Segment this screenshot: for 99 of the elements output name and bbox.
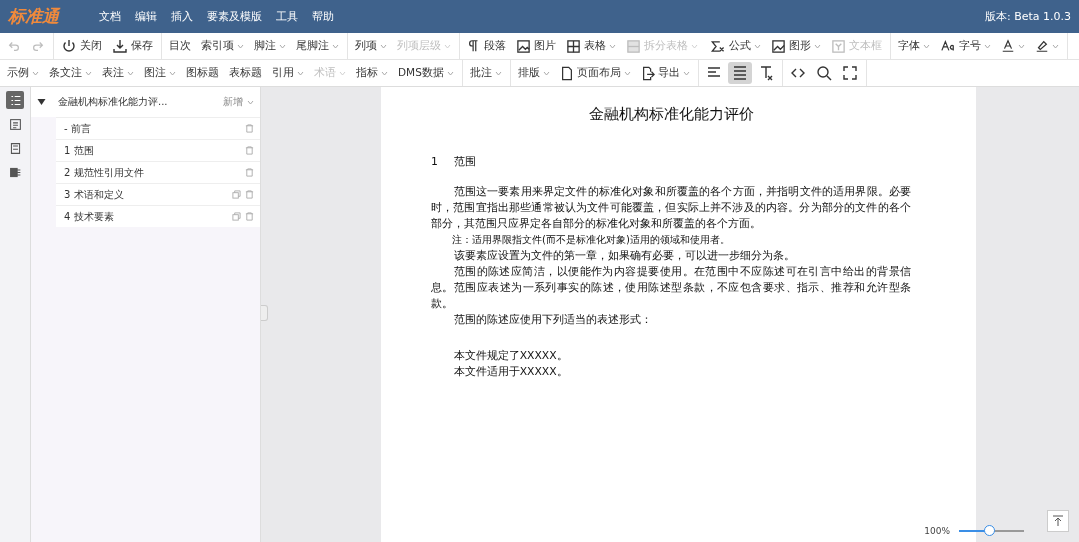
toolbar-button[interactable]: 图注 (140, 63, 180, 83)
caret-icon (279, 43, 286, 49)
toolbar-button[interactable]: 导出 (636, 62, 694, 84)
add-dropdown[interactable]: 新增 (223, 95, 254, 109)
heading-text: 范围 (453, 154, 476, 170)
toolbar-button[interactable]: 条文注 (45, 63, 96, 83)
caret-icon (923, 43, 930, 49)
undo-icon (7, 39, 21, 53)
menu-item[interactable]: 帮助 (312, 9, 334, 24)
toolbar-button[interactable]: 图形 (767, 35, 825, 57)
caret-icon (339, 70, 346, 76)
toolbar-button[interactable]: 示例 (3, 63, 43, 83)
caret-icon (609, 43, 616, 49)
toolbar-button[interactable]: DMS数据 (394, 63, 458, 83)
fullscreen-icon (841, 65, 858, 81)
sigma-icon (708, 38, 726, 54)
toolbar-button[interactable]: 表注 (98, 63, 138, 83)
caret-icon (682, 70, 690, 76)
caret-icon (623, 70, 631, 76)
toolbar-button[interactable]: 列项 (351, 36, 391, 56)
heading-number: 1 (431, 154, 438, 170)
caret-icon (494, 70, 502, 76)
caret-icon (247, 99, 254, 105)
toolbar-button[interactable]: 关闭 (57, 35, 106, 57)
note-paragraph: 注：适用界限指文件(而不是标准化对象)适用的领域和使用者。 (451, 233, 731, 247)
toolbar-button[interactable]: 尾脚注 (292, 36, 343, 56)
body-paragraph: 本文件规定了XXXXX。 (452, 348, 569, 364)
toolbar-button[interactable]: 引用 (268, 63, 308, 83)
toolbar-button[interactable]: 公式 (704, 35, 765, 57)
menu-item[interactable]: 工具 (276, 9, 298, 24)
highlighter-icon (1035, 39, 1049, 53)
body-paragraph: 范围的陈述应简洁，以便能作为内容提要使用。在范围中不应陈述可在引言中给出的背景信息。范围应表述为一系列事实的陈述，使用陈述型条款，不应包含要求、指示、推荐和允许型条款。 (431, 264, 911, 312)
caret-icon (984, 43, 991, 49)
toolbar-button[interactable]: 排版 (513, 63, 554, 83)
pilcrow-icon (467, 39, 481, 53)
collapse-handle[interactable] (261, 305, 268, 321)
shape-icon (771, 38, 786, 54)
export-icon (640, 65, 655, 81)
caret-icon (691, 43, 698, 49)
caret-icon (1018, 43, 1025, 49)
textbox-icon (831, 38, 846, 54)
toolbar-button[interactable]: 表标题 (225, 63, 266, 83)
outline-title[interactable]: 金融机构标准化能力评... (58, 95, 223, 109)
collapse-triangle-icon[interactable] (37, 99, 46, 105)
logo: 标准通 (8, 5, 59, 28)
document-title: 金融机构标准化能力评价 (587, 106, 755, 122)
caret-icon (446, 70, 454, 76)
outline-icon[interactable] (6, 91, 24, 109)
toolbar-button[interactable]: 字号 (936, 36, 995, 56)
toolbar-button[interactable]: 批注 (465, 63, 506, 83)
caret-icon (381, 70, 388, 76)
download-icon (112, 38, 128, 54)
caret-icon (85, 70, 92, 76)
toolbar-button[interactable]: 图片 (512, 35, 560, 57)
toolbar-button[interactable]: 段落 (463, 36, 510, 56)
toolbar-button[interactable]: 保存 (108, 35, 157, 57)
toolbar-button[interactable]: 索引项 (197, 36, 248, 56)
toolbar-button[interactable]: 页面布局 (555, 62, 635, 84)
menu-item[interactable]: 编辑 (135, 9, 157, 24)
font-color-icon (1001, 39, 1015, 53)
caret-icon (814, 43, 821, 49)
menu-item[interactable]: 文档 (99, 9, 121, 24)
zoom-thumb[interactable] (984, 525, 995, 536)
version-label: 版本: Beta 1.0.3 (984, 9, 1071, 24)
body-paragraph: 本文件适用于XXXXX。 (452, 364, 569, 380)
caret-icon (32, 70, 39, 76)
toolbar-button[interactable]: 指标 (352, 63, 392, 83)
page-icon (559, 65, 574, 81)
caret-icon (380, 43, 387, 49)
caret-icon (332, 43, 339, 49)
caret-icon (127, 70, 134, 76)
body-paragraph: 范围这一要素用来界定文件的标准化对象和所覆盖的各个方面，并指明文件的适用界限。必要时，范围宜指出那些通常被认为文件可能覆盖，但实际上并不涉及的内容。分为部分的文件的各个部分，其范围只应界定各自部分的标准化对象和所覆盖的各个方面。 (431, 184, 911, 232)
toolbar-button[interactable]: 字体 (894, 36, 934, 56)
caret-icon (754, 43, 761, 49)
toolbar-button[interactable]: 表格 (562, 35, 620, 57)
caret-icon (169, 70, 176, 76)
caret-icon (297, 70, 304, 76)
font-size-icon (940, 39, 956, 53)
toolbar-button[interactable]: 图标题 (182, 63, 223, 83)
toolbar-button[interactable]: 脚注 (250, 36, 290, 56)
body-paragraph: 该要素应设置为文件的第一章，如果确有必要，可以进一步细分为条。 (452, 248, 796, 264)
body-paragraph: 范围的陈述应使用下列适当的表述形式： (452, 312, 653, 328)
menu-item[interactable]: 插入 (171, 9, 193, 24)
split-table-icon (626, 38, 641, 54)
caret-icon (444, 43, 451, 49)
menu-item[interactable]: 要素及模版 (207, 9, 262, 24)
image-icon (516, 38, 531, 54)
redo-icon (31, 39, 45, 53)
toolbar-button[interactable]: 目次 (165, 36, 195, 56)
table-icon (566, 38, 581, 54)
caret-icon (237, 43, 244, 49)
list-icon (731, 65, 748, 81)
caret-icon (542, 70, 550, 76)
search-icon (815, 65, 832, 81)
caret-icon (1052, 43, 1059, 49)
arrow-up-icon (1052, 515, 1064, 527)
zoom-reading: 100% (924, 526, 950, 536)
power-icon (61, 38, 77, 54)
toolbar-button[interactable] (727, 62, 752, 84)
